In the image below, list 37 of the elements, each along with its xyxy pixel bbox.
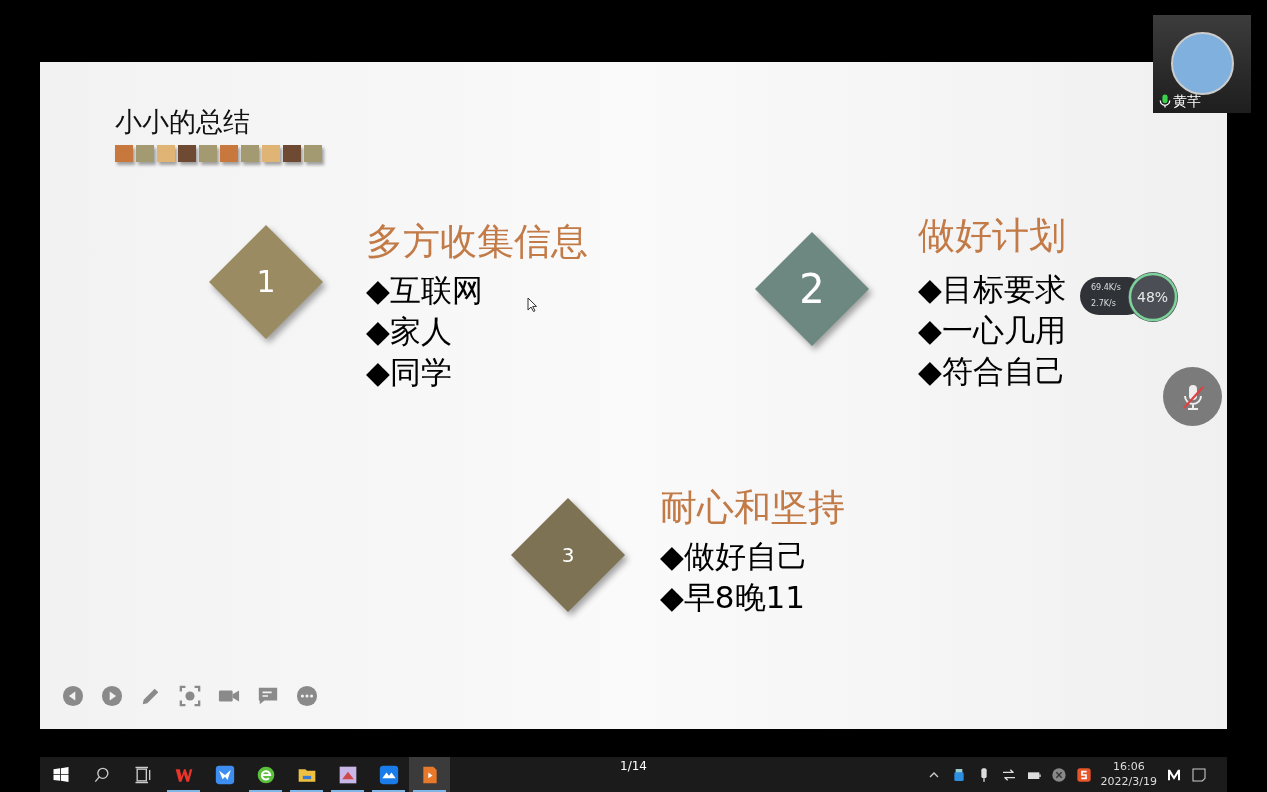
slide-title: 小小的总结 bbox=[115, 105, 250, 139]
next-icon[interactable] bbox=[101, 685, 123, 707]
usage-ring bbox=[1128, 272, 1178, 322]
bullet-item: ◆目标要求 bbox=[918, 270, 1066, 309]
diamond-number: 3 bbox=[561, 545, 575, 565]
bullet-item: ◆家人 bbox=[366, 312, 452, 351]
bullet-item: ◆早8晚11 bbox=[660, 578, 805, 617]
bullet-item: ◆一心几用 bbox=[918, 311, 1066, 350]
download-speed: 2.7K/s bbox=[1091, 298, 1116, 310]
section-heading: 多方收集信息 bbox=[366, 222, 588, 263]
book-app-icon[interactable] bbox=[337, 764, 358, 785]
notification-icon[interactable] bbox=[1191, 766, 1207, 783]
previous-icon[interactable] bbox=[62, 685, 84, 707]
participant-name: 黄芊 bbox=[1173, 92, 1201, 111]
close-circle-icon[interactable] bbox=[1050, 766, 1067, 783]
screenshot-icon[interactable] bbox=[179, 685, 201, 707]
bullet-item: ◆符合自己 bbox=[918, 352, 1066, 391]
more-icon[interactable] bbox=[296, 685, 318, 707]
diamond-number: 2 bbox=[799, 269, 825, 309]
bullet-item: ◆做好自己 bbox=[660, 537, 808, 576]
transfer-arrows-icon[interactable] bbox=[1000, 766, 1017, 783]
bird-app-icon[interactable] bbox=[214, 764, 235, 785]
diamond-number: 1 bbox=[256, 267, 276, 297]
page-counter: 1/14 bbox=[620, 758, 647, 775]
bullet-item: ◆同学 bbox=[366, 353, 452, 392]
bullet-item: ◆互联网 bbox=[366, 271, 483, 310]
clock-time: 16:06 bbox=[1111, 759, 1146, 775]
usage-percent: 48% bbox=[1137, 288, 1169, 307]
cloud-app-icon[interactable] bbox=[378, 764, 399, 785]
letter-s-icon[interactable] bbox=[1075, 766, 1092, 783]
upload-speed: 69.4K/s bbox=[1091, 282, 1121, 294]
mouse-cursor-icon bbox=[527, 297, 537, 312]
chat-icon[interactable] bbox=[257, 685, 279, 707]
section-heading: 做好计划 bbox=[918, 216, 1066, 257]
clock-date: 2022/3/19 bbox=[1100, 774, 1157, 790]
letter-e-icon[interactable] bbox=[255, 764, 276, 785]
section-heading: 耐心和坚持 bbox=[660, 488, 845, 529]
